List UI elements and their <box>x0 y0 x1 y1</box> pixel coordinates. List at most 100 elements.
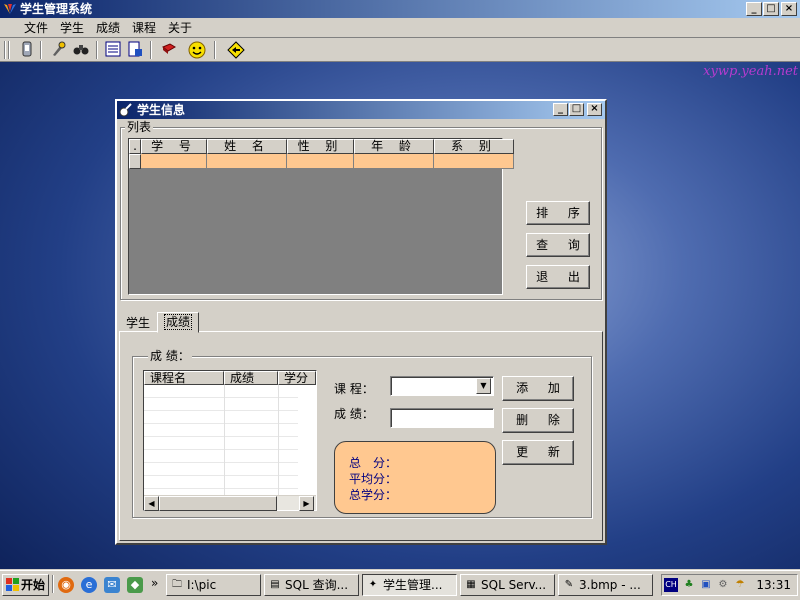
ime-indicator[interactable]: CH <box>664 578 678 592</box>
windows-logo-icon <box>6 578 19 591</box>
taskbar-task-button[interactable]: ▤ SQL 查询... <box>264 574 359 596</box>
sort-button[interactable]: 排 序 <box>526 201 590 225</box>
ie-icon[interactable]: e <box>81 577 97 593</box>
scroll-thumb[interactable] <box>159 496 277 511</box>
window-minimize-button[interactable]: _ <box>553 103 568 116</box>
taskbar-task-label: 学生管理... <box>383 578 443 592</box>
monitor-icon[interactable]: ▣ <box>699 578 713 592</box>
course-list-header-credit[interactable]: 学分 <box>278 371 316 385</box>
toolbar-separator <box>96 41 98 59</box>
menu-file[interactable]: 文件 <box>24 20 48 36</box>
course-list-row[interactable] <box>144 463 298 476</box>
course-score-list[interactable]: 课程名 成绩 学分 ◀ ▶ <box>143 370 317 511</box>
close-button[interactable]: × <box>781 2 797 16</box>
taskbar-task-button[interactable]: 🗀 I:\pic <box>166 574 261 596</box>
column-divider <box>224 385 225 495</box>
list-group-label: 列表 <box>125 120 154 134</box>
taskbar-task-label: SQL Serv... <box>481 578 547 592</box>
database-icon[interactable] <box>18 41 36 59</box>
course-list-row[interactable] <box>144 411 298 424</box>
toolbar-grip <box>8 41 10 59</box>
window-icon <box>119 103 132 117</box>
course-list-header-name[interactable]: 课程名 <box>144 371 224 385</box>
grid-header-age[interactable]: 年 龄 <box>354 139 434 154</box>
help-icon[interactable] <box>227 41 245 59</box>
minimize-button[interactable]: _ <box>746 2 762 16</box>
course-select[interactable]: ▼ <box>390 376 494 396</box>
window-close-button[interactable]: × <box>587 103 602 116</box>
dropdown-arrow-icon[interactable]: ▼ <box>476 378 491 394</box>
window-title-bar[interactable]: 学生信息 _ □ × <box>117 101 605 119</box>
system-tray: CH ♣ ▣ ⚙ ☂ 13:31 <box>661 574 798 596</box>
exit-button[interactable]: 退 出 <box>526 265 590 289</box>
menu-about[interactable]: 关于 <box>168 20 192 36</box>
scroll-right-arrow-icon[interactable]: ▶ <box>299 496 314 511</box>
start-button[interactable]: 开始 <box>2 574 49 596</box>
app-title-bar[interactable]: 学生管理系统 _ □ × <box>0 0 800 18</box>
grid-row-selector[interactable] <box>129 154 141 169</box>
taskbar-task-label: 3.bmp - ... <box>579 578 641 592</box>
app-logo-icon <box>4 4 16 14</box>
course-list-header-score[interactable]: 成绩 <box>224 371 278 385</box>
menu-bar: 文件 学生 成绩 课程 关于 <box>0 18 800 38</box>
toolbar-separator <box>214 41 216 59</box>
report-icon[interactable] <box>126 41 144 59</box>
menu-score[interactable]: 成绩 <box>96 20 120 36</box>
course-list-row[interactable] <box>144 385 298 398</box>
settings-icon[interactable]: ⚙ <box>716 578 730 592</box>
desktop-icon[interactable]: ◆ <box>127 577 143 593</box>
course-list-row[interactable] <box>144 476 298 489</box>
course-list-row[interactable] <box>144 398 298 411</box>
taskbar: 开始 ◉ e ✉ ◆ » 🗀 I:\pic ▤ SQL 查询... ✦ 学生管理... ▦ S… <box>0 570 800 600</box>
grid-header-name[interactable]: 姓 名 <box>207 139 287 154</box>
grid-cell-age[interactable] <box>354 154 434 169</box>
umbrella-icon[interactable]: ☂ <box>733 578 747 592</box>
course-list-row[interactable] <box>144 450 298 463</box>
taskbar-separator <box>52 575 54 593</box>
grid-cell-gender[interactable] <box>287 154 354 169</box>
query-button[interactable]: 查 询 <box>526 233 590 257</box>
toolbar-grip <box>4 41 6 59</box>
tab-score[interactable]: 成绩 <box>157 312 199 333</box>
grid-header-gender[interactable]: 性 别 <box>287 139 354 154</box>
score-tab-panel: 成 绩： 课程名 成绩 学分 ◀ ▶ 课 程： ▼ 成 绩： 添 加 删 除 更… <box>119 331 603 541</box>
score-group-label: 成 绩： <box>148 349 192 363</box>
grid-cell-id[interactable] <box>141 154 207 169</box>
course-list-row[interactable] <box>144 437 298 450</box>
window-maximize-button[interactable]: □ <box>569 103 584 116</box>
menu-course[interactable]: 课程 <box>132 20 156 36</box>
add-button[interactable]: 添 加 <box>502 376 574 401</box>
tools-icon[interactable] <box>49 41 67 59</box>
grid-cell-name[interactable] <box>207 154 287 169</box>
course-label: 课 程： <box>334 382 374 396</box>
taskbar-task-label: I:\pic <box>187 578 217 592</box>
grid-cell-dept[interactable] <box>434 154 514 169</box>
grid-corner: . <box>129 139 141 154</box>
taskbar-task-label: SQL 查询... <box>285 578 349 592</box>
list-icon[interactable] <box>104 41 122 59</box>
delete-button[interactable]: 删 除 <box>502 408 574 433</box>
overflow-chevron[interactable]: » <box>151 576 158 590</box>
taskbar-task-button[interactable]: ▦ SQL Serv... <box>460 574 555 596</box>
network-icon[interactable]: ♣ <box>682 578 696 592</box>
menu-student[interactable]: 学生 <box>60 20 84 36</box>
firefox-icon[interactable]: ◉ <box>58 577 74 593</box>
course-list-row[interactable] <box>144 424 298 437</box>
grid-header-id[interactable]: 学 号 <box>141 139 207 154</box>
student-grid[interactable]: . 学 号 姓 名 性 别 年 龄 系 别 <box>128 138 514 295</box>
taskbar-task-button[interactable]: ✦ 学生管理... <box>362 574 457 596</box>
outlook-icon[interactable]: ✉ <box>104 577 120 593</box>
maximize-button[interactable]: □ <box>763 2 779 16</box>
grid-header-dept[interactable]: 系 别 <box>434 139 514 154</box>
scroll-left-arrow-icon[interactable]: ◀ <box>144 496 159 511</box>
sql-server-icon: ▦ <box>466 579 476 590</box>
paint-icon: ✎ <box>564 579 574 590</box>
horizontal-scrollbar[interactable]: ◀ ▶ <box>144 495 316 511</box>
refresh-button[interactable]: 更 新 <box>502 440 574 465</box>
smiley-icon[interactable] <box>188 41 206 59</box>
book-icon[interactable] <box>160 41 178 59</box>
taskbar-task-button[interactable]: ✎ 3.bmp - ... <box>558 574 653 596</box>
score-input[interactable] <box>390 408 494 428</box>
toolbar-separator <box>40 41 42 59</box>
binoculars-icon[interactable] <box>72 41 90 59</box>
